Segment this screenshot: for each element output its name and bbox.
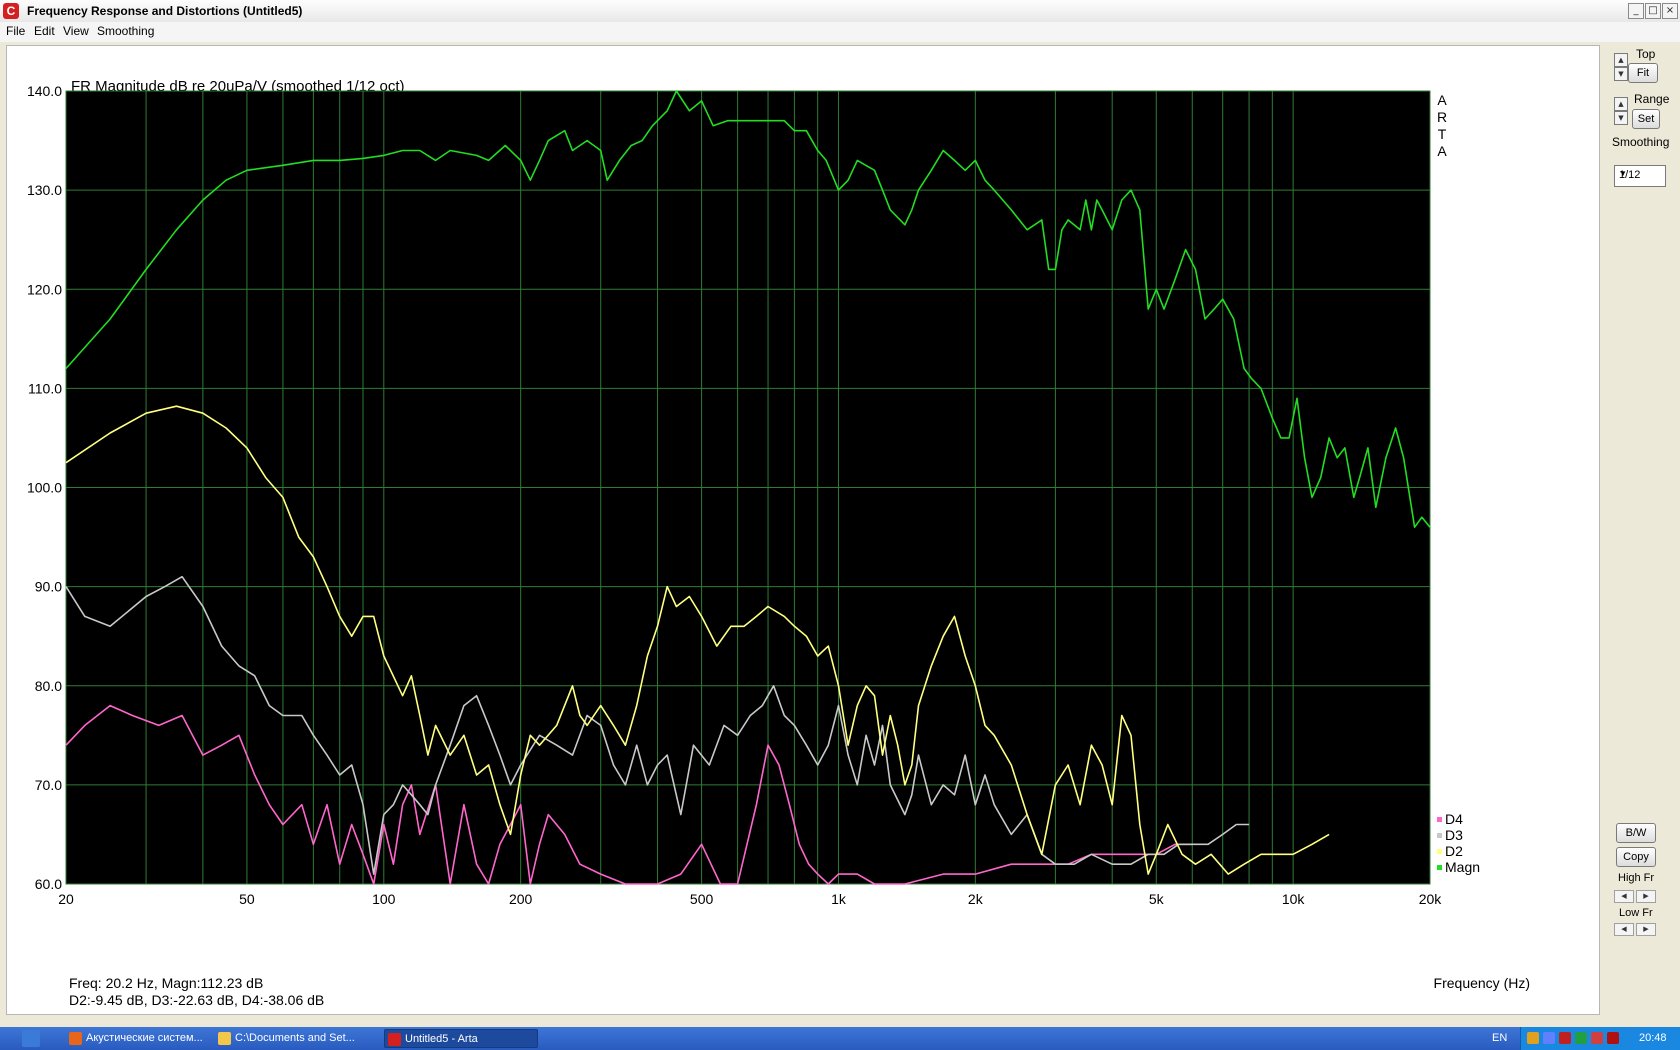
language-indicator[interactable]: EN: [1492, 1032, 1507, 1044]
system-tray: 20:48: [1520, 1027, 1680, 1050]
y-tick-label: 70.0: [35, 777, 62, 793]
set-button[interactable]: Set: [1632, 109, 1660, 129]
start-menu-icon[interactable]: [22, 1030, 40, 1047]
high-fr-label: High Fr: [1618, 872, 1655, 884]
control-panel: ▲ ▼ Top Fit ▲ ▼ Range Set Smoothing 1/12…: [1600, 45, 1680, 1013]
y-tick-label: 100.0: [27, 480, 62, 496]
app-icon[interactable]: C: [3, 3, 19, 19]
network-icon[interactable]: [1543, 1032, 1555, 1044]
low-fr-left-arrow-icon[interactable]: ◀: [1614, 923, 1634, 936]
menu-edit[interactable]: Edit: [34, 24, 55, 38]
bw-button[interactable]: B/W: [1616, 823, 1656, 843]
maximize-icon[interactable]: □: [1645, 3, 1661, 19]
task-explorer-label: C:\Documents and Set...: [235, 1032, 355, 1044]
y-tick-label: 60.0: [35, 876, 62, 892]
arta-icon: [388, 1033, 401, 1046]
chart-area[interactable]: FR Magnitude dB re 20uPa/V (smoothed 1/1…: [6, 45, 1600, 1015]
legend-label-d2: D2: [1445, 843, 1463, 859]
legend-swatch: [1437, 849, 1442, 854]
update-icon[interactable]: [1575, 1032, 1587, 1044]
y-tick-label: 130.0: [27, 182, 62, 198]
task-browser-label: Акустические систем...: [86, 1032, 203, 1044]
x-tick-label: 100: [372, 891, 396, 907]
task-arta-label: Untitled5 - Arta: [405, 1033, 478, 1045]
arta-side-text: ARTA: [1437, 92, 1447, 159]
y-tick-label: 140.0: [27, 83, 62, 99]
frequency-response-chart[interactable]: FR Magnitude dB re 20uPa/V (smoothed 1/1…: [7, 46, 1599, 1014]
menu-smoothing[interactable]: Smoothing: [97, 24, 154, 38]
side-letter: A: [1437, 92, 1447, 108]
chevron-down-icon: ▼: [1619, 169, 1627, 178]
low-fr-right-arrow-icon[interactable]: ▶: [1636, 923, 1656, 936]
top-up-arrow-icon[interactable]: ▲: [1614, 53, 1628, 67]
y-tick-label: 80.0: [35, 678, 62, 694]
x-axis-label: Frequency (Hz): [1434, 975, 1530, 991]
ati-icon[interactable]: [1607, 1032, 1619, 1044]
media-icon[interactable]: [1591, 1032, 1603, 1044]
top-label: Top: [1636, 47, 1656, 61]
high-fr-right-arrow-icon[interactable]: ▶: [1636, 890, 1656, 903]
x-tick-label: 20: [58, 891, 74, 907]
readout-line-2: D2:-9.45 dB, D3:-22.63 dB, D4:-38.06 dB: [69, 992, 324, 1008]
title-bar: C Frequency Response and Distortions (Un…: [0, 0, 1680, 23]
range-label: Range: [1634, 92, 1670, 106]
security-icon[interactable]: [1559, 1032, 1571, 1044]
firefox-icon: [69, 1032, 82, 1045]
task-arta[interactable]: Untitled5 - Arta: [384, 1029, 538, 1048]
taskbar: Акустические систем... C:\Documents and …: [0, 1027, 1680, 1050]
x-tick-label: 50: [239, 891, 255, 907]
folder-icon: [218, 1032, 231, 1045]
menu-view[interactable]: View: [63, 24, 89, 38]
x-tick-label: 10k: [1282, 891, 1306, 907]
smoothing-select[interactable]: 1/12 ▼: [1614, 165, 1666, 187]
window-title: Frequency Response and Distortions (Unti…: [27, 4, 303, 18]
x-tick-label: 20k: [1419, 891, 1443, 907]
fit-button[interactable]: Fit: [1628, 63, 1658, 83]
readout-line-1: Freq: 20.2 Hz, Magn:112.23 dB: [69, 975, 263, 991]
legend-swatch: [1437, 865, 1442, 870]
legend-label-d3: D3: [1445, 827, 1463, 843]
side-letter: R: [1437, 109, 1447, 125]
range-down-arrow-icon[interactable]: ▼: [1614, 111, 1628, 125]
low-fr-label: Low Fr: [1619, 907, 1653, 919]
menu-file[interactable]: File: [6, 24, 25, 38]
top-down-arrow-icon[interactable]: ▼: [1614, 67, 1628, 81]
close-icon[interactable]: ×: [1662, 3, 1678, 19]
x-tick-label: 500: [690, 891, 714, 907]
high-fr-left-arrow-icon[interactable]: ◀: [1614, 890, 1634, 903]
copy-button[interactable]: Copy: [1616, 847, 1656, 867]
x-tick-label: 200: [509, 891, 533, 907]
legend-swatch: [1437, 833, 1442, 838]
legend-swatch: [1437, 817, 1442, 822]
x-tick-label: 1k: [831, 891, 847, 907]
legend-label-d4: D4: [1445, 811, 1463, 827]
y-tick-label: 90.0: [35, 579, 62, 595]
y-tick-label: 120.0: [27, 281, 62, 297]
smoothing-label: Smoothing: [1612, 135, 1670, 149]
task-browser[interactable]: Акустические систем...: [66, 1029, 211, 1048]
legend: D4D3D2Magn: [1437, 811, 1480, 875]
menu-bar: File Edit View Smoothing: [0, 22, 1680, 42]
range-up-arrow-icon[interactable]: ▲: [1614, 97, 1628, 111]
x-tick-label: 2k: [968, 891, 984, 907]
speaker-icon[interactable]: [1527, 1032, 1539, 1044]
x-tick-label: 5k: [1149, 891, 1165, 907]
minimize-icon[interactable]: _: [1628, 3, 1644, 19]
clock: 20:48: [1639, 1032, 1667, 1044]
legend-label-magn: Magn: [1445, 859, 1480, 875]
side-letter: T: [1438, 126, 1447, 142]
y-tick-label: 110.0: [28, 380, 62, 396]
task-explorer[interactable]: C:\Documents and Set...: [215, 1029, 375, 1048]
side-letter: A: [1437, 143, 1447, 159]
